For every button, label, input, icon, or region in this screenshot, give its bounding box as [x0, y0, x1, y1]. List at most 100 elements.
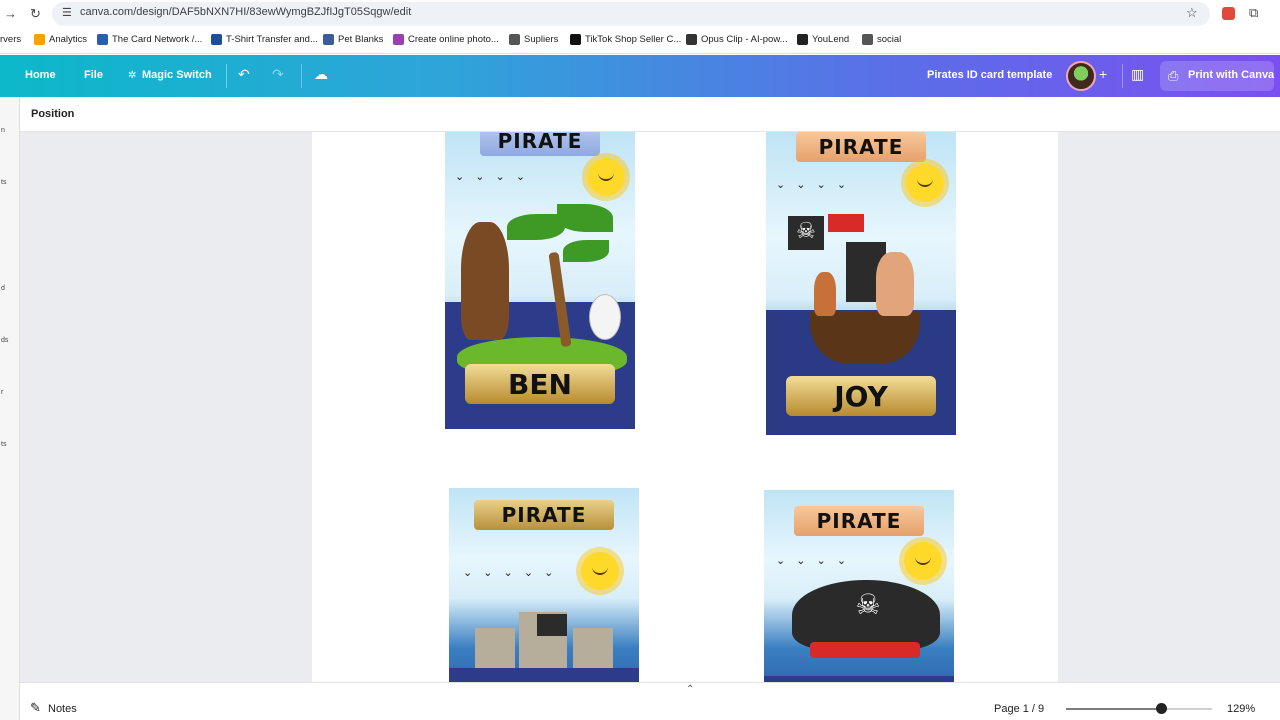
zoom-slider-fill	[1066, 708, 1161, 710]
card-name-banner[interactable]: BEN	[465, 364, 615, 404]
seagull-illustration	[589, 294, 621, 340]
bookmarks-bar: rvers Analytics The Card Network /... T-Shi…	[0, 28, 1280, 54]
bookmark-label: YouLend	[812, 34, 850, 45]
bookmark-item[interactable]: Opus Clip - AI-pow...	[686, 34, 788, 45]
bookmark-label: The Card Network /...	[112, 34, 203, 45]
ship-sail	[573, 628, 613, 668]
side-panel-label[interactable]: n	[1, 127, 5, 134]
bookmark-label: Supliers	[524, 34, 559, 45]
card-ribbon: PIRATE	[794, 506, 924, 536]
extension-icon[interactable]	[1222, 7, 1235, 20]
bookmark-item[interactable]: Create online photo...	[393, 34, 499, 45]
sun-illustration	[581, 552, 619, 590]
bookmark-item[interactable]: rvers	[0, 34, 21, 45]
palm-leaf	[557, 204, 613, 232]
url-text[interactable]: canva.com/design/DAF5bNXN7HI/83ewWymgBZJ…	[80, 6, 411, 18]
bookmark-item[interactable]: social	[862, 34, 901, 45]
bookmark-item[interactable]: The Card Network /...	[97, 34, 202, 45]
bookmark-favicon-icon	[393, 34, 404, 45]
bookmark-favicon-icon	[323, 34, 334, 45]
palm-leaf	[563, 240, 609, 262]
side-panel-label[interactable]: ts	[1, 441, 6, 448]
pirate-card-hat[interactable]: PIRATE ⌄ ⌄ ⌄ ⌄ ☠	[764, 490, 954, 688]
bookmark-item[interactable]: Pet Blanks	[323, 34, 383, 45]
bookmark-favicon-icon	[686, 34, 697, 45]
print-label: Print with Canva	[1188, 69, 1275, 81]
hat-band	[810, 642, 920, 658]
bookmark-favicon-icon	[211, 34, 222, 45]
bookmark-favicon-icon	[570, 34, 581, 45]
bookmark-label: T-Shirt Transfer and...	[226, 34, 318, 45]
browser-address-bar: → ↻ ☰ canva.com/design/DAF5bNXN7HI/83ewW…	[0, 0, 1280, 28]
pirate-card-ben[interactable]: PIRATE ⌄ ⌄ ⌄ ⌄ BEN	[445, 132, 635, 429]
bookmark-label: Opus Clip - AI-pow...	[701, 34, 788, 45]
pirate-ship	[810, 312, 920, 364]
side-panel-label[interactable]: d	[1, 285, 5, 292]
home-menu[interactable]: Home	[25, 69, 56, 81]
avatar[interactable]	[1066, 61, 1096, 91]
bookmark-item[interactable]: Analytics	[34, 34, 87, 45]
undo-icon[interactable]: ↶	[238, 66, 250, 83]
cloud-save-icon[interactable]: ☁	[314, 66, 328, 83]
magic-switch-button[interactable]: Magic Switch	[142, 69, 212, 81]
bookmark-label: rvers	[0, 34, 22, 45]
site-info-icon[interactable]: ☰	[62, 6, 72, 19]
side-panel-label[interactable]: ds	[1, 337, 8, 344]
design-title[interactable]: Pirates ID card template	[927, 69, 1052, 81]
bookmark-label: Pet Blanks	[338, 34, 384, 45]
insights-chart-icon[interactable]: ▥	[1131, 66, 1144, 83]
pirate-card-joy[interactable]: PIRATE ⌄ ⌄ ⌄ ⌄ ☠ JOY	[766, 132, 956, 435]
toolbar-divider	[1122, 64, 1123, 88]
birds-illustration: ⌄ ⌄ ⌄ ⌄	[455, 171, 530, 183]
bookmark-item[interactable]: YouLend	[797, 34, 849, 45]
add-collaborator-icon[interactable]: +	[1099, 66, 1107, 82]
zoom-level[interactable]: 129%	[1227, 703, 1255, 715]
redo-icon[interactable]: ↷	[272, 66, 284, 83]
toolbar-divider	[301, 64, 302, 88]
captain-pirate	[876, 252, 914, 316]
editor-footer	[20, 682, 1280, 720]
position-button[interactable]: Position	[31, 108, 74, 120]
pirate-card-galleon[interactable]: PIRATE ⌄ ⌄ ⌄ ⌄ ⌄	[449, 488, 639, 688]
print-icon: ⎙	[1168, 68, 1179, 83]
page-indicator[interactable]: Page 1 / 9	[994, 703, 1044, 715]
card-ribbon: PIRATE	[474, 500, 614, 530]
card-name-banner[interactable]: JOY	[786, 376, 936, 416]
skull-icon: ☠	[796, 218, 816, 243]
side-panel-label[interactable]: r	[1, 389, 3, 396]
bookmark-label: Create online photo...	[408, 34, 499, 45]
skull-icon: ☠	[855, 589, 881, 620]
zoom-slider-handle[interactable]	[1155, 703, 1167, 714]
card-ribbon: PIRATE	[480, 132, 600, 156]
pirate-character	[461, 222, 509, 340]
print-with-canva-button[interactable]: ⎙ Print with Canva	[1160, 61, 1274, 91]
file-menu[interactable]: File	[84, 69, 103, 81]
notes-button[interactable]: Notes	[48, 703, 77, 715]
bookmark-star-icon[interactable]: ☆	[1186, 5, 1198, 21]
bookmark-item[interactable]: TikTok Shop Seller C...	[570, 34, 681, 45]
birds-illustration: ⌄ ⌄ ⌄ ⌄ ⌄	[463, 567, 558, 579]
bookmark-favicon-icon	[97, 34, 108, 45]
bookmark-label: TikTok Shop Seller C...	[585, 34, 682, 45]
extensions-puzzle-icon[interactable]: ⧉	[1249, 5, 1258, 21]
magic-switch-icon: ✲	[128, 70, 137, 81]
notes-icon[interactable]: ✎	[30, 700, 41, 716]
left-side-panel[interactable]: n ts d ds r ts	[0, 97, 20, 720]
forward-icon[interactable]: →	[4, 6, 17, 21]
ship-sail	[475, 628, 515, 668]
toolbar-divider	[226, 64, 227, 88]
kid-pirate	[814, 272, 836, 316]
bookmark-item[interactable]: Supliers	[509, 34, 558, 45]
bookmark-favicon-icon	[797, 34, 808, 45]
chevron-up-icon[interactable]: ⌃	[686, 684, 694, 695]
sun-illustration	[904, 542, 942, 580]
reload-icon[interactable]: ↻	[30, 6, 41, 22]
sun-illustration	[906, 164, 944, 202]
bookmark-label: social	[877, 34, 902, 45]
red-flag	[828, 214, 864, 232]
bookmark-favicon-icon	[509, 34, 520, 45]
bookmark-item[interactable]: T-Shirt Transfer and...	[211, 34, 318, 45]
side-panel-label[interactable]: ts	[1, 179, 6, 186]
design-page[interactable]: PIRATE ⌄ ⌄ ⌄ ⌄ BEN PIRATE ⌄ ⌄ ⌄ ⌄ ☠ JOY …	[312, 132, 1058, 688]
bookmark-favicon-icon	[862, 34, 873, 45]
